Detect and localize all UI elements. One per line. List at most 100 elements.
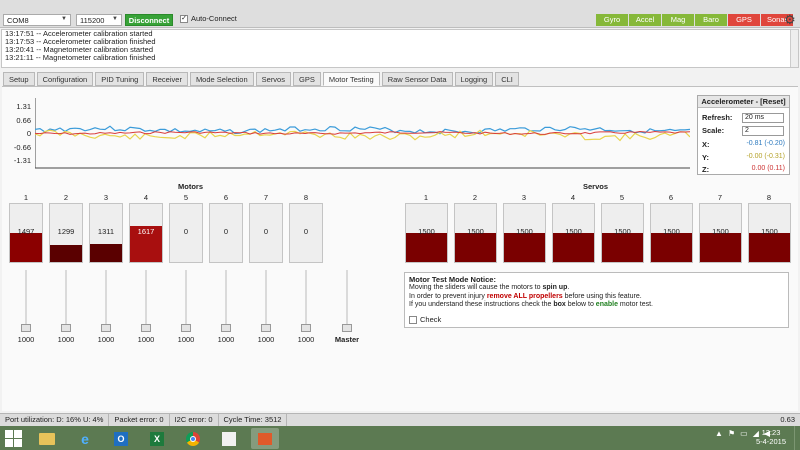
motor-bar-fill	[10, 233, 42, 262]
servo-bar-fill	[602, 233, 643, 262]
motor-slider[interactable]	[61, 270, 71, 332]
tab-pid-tuning[interactable]: PID Tuning	[95, 72, 145, 86]
tab-logging[interactable]: Logging	[454, 72, 494, 86]
clock-time: 13:23	[761, 428, 781, 437]
motor-slider[interactable]	[261, 270, 271, 332]
servo-output-value: 1500	[467, 227, 484, 236]
motor-slider-value: 1000	[137, 335, 155, 344]
sensor-graph: 1.31 0.66 0 -0.66 -1.31	[14, 96, 691, 170]
tab-mode-selection[interactable]: Mode Selection	[189, 72, 254, 86]
slider-thumb[interactable]	[61, 324, 71, 332]
motor-output-value: 1497	[17, 227, 35, 236]
notice-text: before using this feature.	[562, 292, 642, 300]
z-axis-value: 0.00 (0.11)	[751, 165, 785, 172]
motor-bar-fill	[90, 244, 122, 262]
windows-start-icon[interactable]	[5, 430, 22, 447]
baud-select[interactable]: 115200 ▼	[76, 14, 122, 26]
motor-slider[interactable]	[141, 270, 151, 332]
servo-output-value: 1500	[418, 227, 435, 236]
servo-index: 1	[423, 193, 429, 202]
motor-index: 1	[23, 193, 29, 202]
motor-test-notice: Motor Test Mode Notice: Moving the slide…	[404, 272, 789, 328]
log-scrollbar[interactable]	[790, 30, 798, 67]
x-axis-value: -0.81 (-0.20)	[746, 140, 785, 147]
check-label: Check	[420, 315, 442, 324]
notice-text: motor test.	[617, 301, 653, 308]
slider-track	[305, 270, 307, 332]
taskbar: e O X ▲ ⚑ ▭ ◢ ◀ 13:23 5-4-2015	[0, 426, 800, 450]
motor-slider[interactable]	[221, 270, 231, 332]
slider-thumb[interactable]	[181, 324, 191, 332]
scale-select[interactable]: 2	[742, 126, 784, 136]
chrome-icon[interactable]	[179, 428, 207, 449]
port-select[interactable]: COM8 ▼	[3, 14, 71, 26]
excel-icon[interactable]: X	[143, 428, 171, 449]
tab-motor-testing[interactable]: Motor Testing	[322, 72, 380, 86]
battery-icon[interactable]: ▭	[740, 429, 748, 438]
refresh-select[interactable]: 20 ms	[742, 113, 784, 123]
master-slider[interactable]	[342, 270, 352, 332]
motor-index: 3	[103, 193, 109, 202]
motor-output-bar: 0	[209, 203, 243, 263]
slider-thumb[interactable]	[261, 324, 271, 332]
motor-index: 8	[303, 193, 309, 202]
slider-thumb[interactable]	[141, 324, 151, 332]
servo-output-bar: 1500	[699, 203, 742, 263]
notice-title: Motor Test Mode Notice:	[409, 275, 496, 284]
port-value: COM8	[7, 16, 29, 25]
chevron-up-icon[interactable]: ▲	[715, 429, 723, 438]
motor-output-value: 0	[183, 227, 189, 236]
slider-track	[225, 270, 227, 332]
tab-raw-sensor-data[interactable]: Raw Sensor Data	[381, 72, 453, 86]
notice-text: below to	[565, 301, 596, 308]
version: 0.63	[780, 415, 795, 424]
log-line: 13:21:11 -- Magnetometer calibration fin…	[5, 53, 156, 62]
file-explorer-icon[interactable]	[33, 428, 61, 449]
tab-gps[interactable]: GPS	[292, 72, 321, 86]
motor-slider[interactable]	[21, 270, 31, 332]
motor-output-value: 0	[263, 227, 269, 236]
internet-explorer-icon[interactable]: e	[71, 428, 99, 449]
master-label: Master	[334, 335, 360, 344]
notice-text: If you understand these instructions che…	[409, 301, 554, 308]
enable-motor-test-toggle[interactable]: Check	[409, 315, 441, 324]
accelerometer-panel: Accelerometer - [Reset] Refresh: 20 ms S…	[697, 95, 790, 175]
servo-output-bar: 1500	[454, 203, 497, 263]
sensor-status-indicators: Gyro Accel Mag Baro GPS Sonar	[596, 14, 793, 26]
motor-slider[interactable]	[101, 270, 111, 332]
slider-thumb[interactable]	[301, 324, 311, 332]
accelerometer-reset-title[interactable]: Accelerometer - [Reset]	[698, 96, 789, 108]
slider-thumb[interactable]	[101, 324, 111, 332]
slider-thumb[interactable]	[21, 324, 31, 332]
gear-icon[interactable]: ⚙	[784, 13, 796, 27]
motor-slider[interactable]	[181, 270, 191, 332]
sensor-indicator-baro: Baro	[695, 14, 727, 26]
baud-value: 115200	[80, 16, 105, 25]
show-desktop-button[interactable]	[794, 426, 800, 450]
slider-thumb[interactable]	[221, 324, 231, 332]
outlook-icon[interactable]: O	[107, 428, 135, 449]
flag-icon[interactable]: ⚑	[728, 429, 735, 438]
header-bar: COM8 ▼ 115200 ▼ Disconnect ✓ Auto-Connec…	[0, 0, 800, 28]
servo-output-bar: 1500	[552, 203, 595, 263]
servo-bar-fill	[553, 233, 594, 262]
enable-motor-test-checkbox[interactable]	[409, 315, 417, 324]
status-bar: Port utilization: D: 16% U: 4% Packet er…	[0, 413, 800, 426]
tab-servos[interactable]: Servos	[255, 72, 291, 86]
tab-setup[interactable]: Setup	[3, 72, 35, 86]
slider-thumb[interactable]	[342, 324, 352, 332]
motor-slider-value: 1000	[217, 335, 235, 344]
configurator-taskbar-icon[interactable]	[251, 428, 279, 449]
tab-configuration[interactable]: Configuration	[36, 72, 94, 86]
chrome-apps-icon[interactable]	[215, 428, 243, 449]
clock[interactable]: 13:23 5-4-2015	[756, 428, 786, 446]
disconnect-button[interactable]: Disconnect	[125, 14, 173, 26]
motor-slider-value: 1000	[257, 335, 275, 344]
motor-slider[interactable]	[301, 270, 311, 332]
tab-cli[interactable]: CLI	[495, 72, 519, 86]
packet-error: Packet error: 0	[109, 414, 170, 426]
notice-line: If you understand these instructions che…	[409, 301, 784, 310]
auto-connect-checkbox[interactable]: ✓	[180, 14, 188, 23]
tab-receiver[interactable]: Receiver	[146, 72, 188, 86]
auto-connect-toggle[interactable]: ✓ Auto-Connect	[180, 14, 237, 23]
